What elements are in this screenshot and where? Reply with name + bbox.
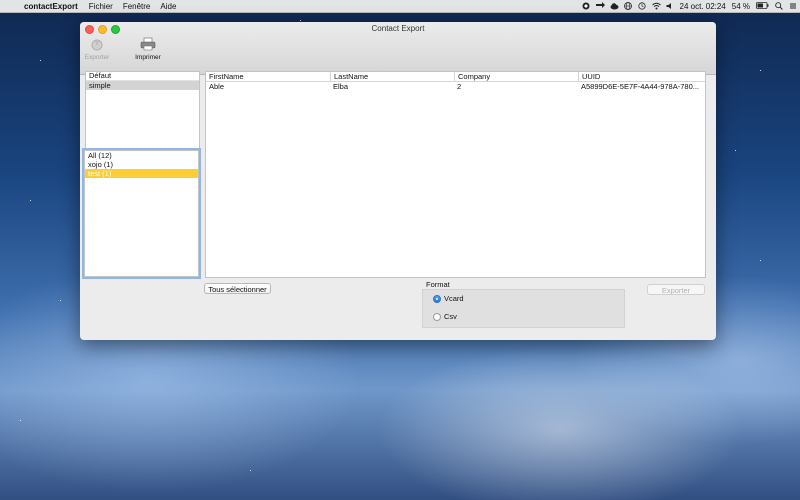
volume-icon[interactable]	[666, 2, 674, 10]
contact-export-window: Contact Export Exporter Imprimer Défaut …	[80, 22, 716, 340]
export-toolbar-button[interactable]: Exporter	[80, 37, 117, 61]
clock-text[interactable]: 24 oct. 02:24	[680, 2, 726, 11]
format-vcard-label: Vcard	[444, 294, 464, 303]
title-bar: Contact Export Exporter Imprimer	[80, 22, 716, 75]
menu-aide[interactable]: Aide	[155, 2, 181, 11]
print-toolbar-label: Imprimer	[135, 54, 161, 61]
list-item[interactable]: All (12)	[85, 151, 198, 160]
groups-list[interactable]: All (12) xojo (1) test (1)	[84, 150, 199, 277]
format-vcard-radio[interactable]: Vcard	[433, 294, 464, 303]
list-item[interactable]: simple	[86, 81, 199, 90]
table-header: FirstName LastName Company UUID	[206, 72, 705, 82]
globe-icon[interactable]	[623, 2, 632, 10]
table-row[interactable]: Able Elba 2 A5899D6E-5E7F-4A44-978A-780.…	[206, 82, 705, 91]
battery-percent[interactable]: 54 %	[732, 2, 750, 11]
arrows-icon[interactable]	[595, 2, 605, 10]
column-header-company[interactable]: Company	[454, 72, 578, 81]
printer-icon	[140, 37, 156, 51]
table-cell: 2	[457, 82, 462, 91]
circle-icon[interactable]	[582, 2, 590, 10]
menu-app-name[interactable]: contactExport	[22, 2, 84, 11]
format-csv-label: Csv	[444, 312, 457, 321]
column-header-lastname[interactable]: LastName	[330, 72, 454, 81]
groups-default-list[interactable]: Défaut simple	[85, 71, 200, 149]
table-cell: Elba	[333, 82, 349, 91]
table-cell: Able	[209, 82, 225, 91]
window-title: Contact Export	[371, 24, 425, 33]
wifi-icon[interactable]	[651, 2, 661, 10]
export-toolbar-label: Exporter	[84, 54, 110, 61]
export-icon	[89, 37, 105, 51]
column-header-firstname[interactable]: FirstName	[206, 72, 330, 81]
time-machine-icon[interactable]	[637, 2, 646, 10]
battery-icon[interactable]	[756, 2, 769, 10]
select-all-button[interactable]: Tous sélectionner	[204, 283, 271, 294]
search-icon[interactable]	[775, 2, 783, 10]
column-header-uuid[interactable]: UUID	[578, 72, 702, 81]
export-button[interactable]: Exporter	[647, 284, 705, 295]
radio-unselected-icon	[433, 312, 441, 321]
menu-fenetre[interactable]: Fenêtre	[118, 2, 156, 11]
cloud-icon[interactable]	[610, 2, 618, 10]
print-toolbar-button[interactable]: Imprimer	[128, 37, 168, 61]
list-icon[interactable]	[789, 2, 797, 10]
list-item[interactable]: xojo (1)	[85, 160, 198, 169]
format-csv-radio[interactable]: Csv	[433, 312, 457, 321]
list-item[interactable]: test (1)	[85, 169, 198, 178]
groups-default-header: Défaut	[86, 72, 199, 81]
menu-bar: contactExport Fichier Fenêtre Aide 24 oc…	[0, 0, 800, 13]
radio-selected-icon	[433, 294, 441, 303]
table-cell: A5899D6E-5E7F-4A44-978A-780...	[581, 82, 699, 91]
contacts-table[interactable]: FirstName LastName Company UUID Able Elb…	[205, 71, 706, 278]
menu-fichier[interactable]: Fichier	[84, 2, 118, 11]
status-area: 24 oct. 02:24 54 %	[579, 0, 800, 12]
format-label: Format	[426, 280, 450, 289]
